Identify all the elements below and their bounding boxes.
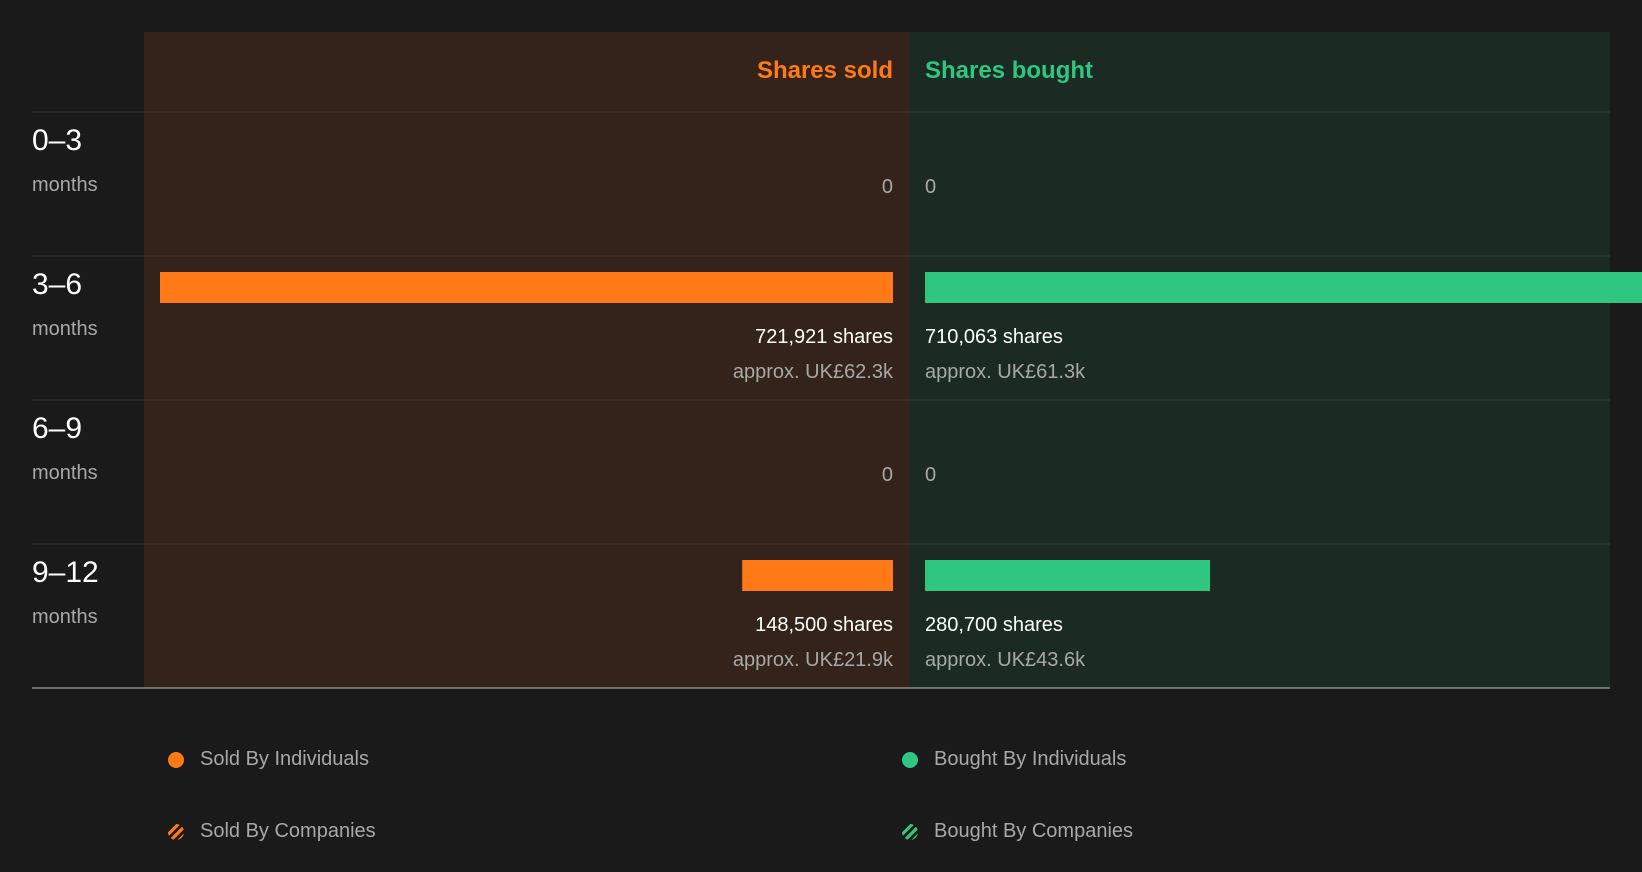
insider-trading-chart: Shares sold Shares bought 0–3 months 0 0 3–6 mo… xyxy=(32,32,1642,689)
legend-sold-companies: Sold By Companies xyxy=(168,820,376,843)
orange-dot-icon xyxy=(168,751,184,768)
period-unit-label: months xyxy=(32,174,98,196)
bought-zero-label: 0 xyxy=(925,464,936,486)
bought-bar xyxy=(925,560,1211,591)
legend: Sold By Individuals Sold By Companies Bo… xyxy=(0,700,1642,872)
period-unit-label: months xyxy=(32,318,98,340)
bought-column-header: Shares bought xyxy=(925,57,1093,84)
legend-bought-individuals: Bought By Individuals xyxy=(902,748,1126,771)
sold-column-header: Shares sold xyxy=(757,57,893,84)
bought-shares-label: 710,063 shares xyxy=(925,326,1063,348)
period-label: 0–3 xyxy=(32,124,82,157)
period-unit-label: months xyxy=(32,462,98,484)
sold-value-label: approx. UK£62.3k xyxy=(733,361,894,383)
bought-value-label: approx. UK£61.3k xyxy=(925,361,1086,383)
legend-sold-individuals: Sold By Individuals xyxy=(168,748,369,771)
period-unit-label: months xyxy=(32,606,98,628)
legend-label: Bought By Individuals xyxy=(934,748,1127,770)
bought-value-label: approx. UK£43.6k xyxy=(925,649,1086,671)
sold-zero-label: 0 xyxy=(882,464,893,486)
legend-label: Sold By Individuals xyxy=(200,748,369,770)
bought-shares-label: 280,700 shares xyxy=(925,614,1063,636)
green-dot-icon xyxy=(902,751,918,768)
sold-value-label: approx. UK£21.9k xyxy=(733,649,894,671)
period-label: 9–12 xyxy=(32,556,99,589)
legend-label: Sold By Companies xyxy=(200,820,376,842)
sold-zero-label: 0 xyxy=(882,176,893,198)
sold-bar xyxy=(160,272,893,303)
legend-bought-companies: Bought By Companies xyxy=(902,820,1133,843)
period-label: 3–6 xyxy=(32,268,82,301)
orange-hatched-dot-icon xyxy=(168,823,184,840)
sold-bar xyxy=(742,560,893,591)
sold-shares-label: 721,921 shares xyxy=(755,326,893,348)
legend-label: Bought By Companies xyxy=(934,820,1134,842)
period-label: 6–9 xyxy=(32,412,82,445)
green-hatched-dot-icon xyxy=(902,823,918,840)
sold-shares-label: 148,500 shares xyxy=(755,614,893,636)
bought-bar xyxy=(925,272,1642,303)
bought-zero-label: 0 xyxy=(925,176,936,198)
